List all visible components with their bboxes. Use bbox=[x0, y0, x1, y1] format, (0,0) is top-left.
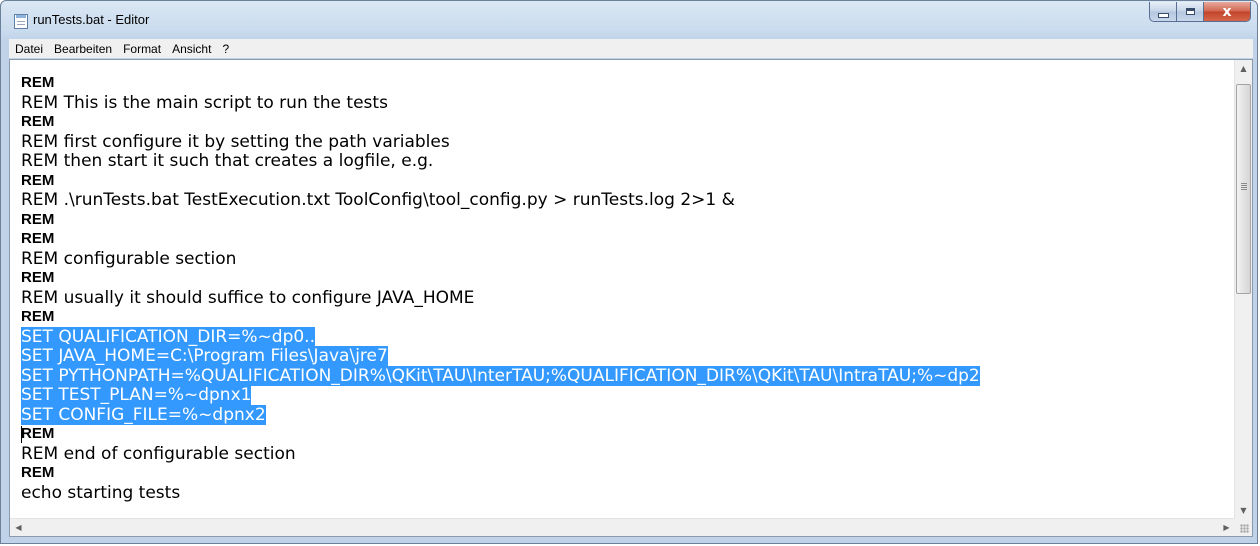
line-text: REM This is the main script to run the t… bbox=[21, 92, 388, 113]
editor-line: REM bbox=[21, 210, 54, 230]
text-caret bbox=[21, 426, 22, 443]
scroll-left-icon[interactable]: ◀ bbox=[10, 519, 27, 536]
selected-text: SET JAVA_HOME=C:\Program Files\Java\jre7 bbox=[21, 346, 388, 366]
menu-bar: Datei Bearbeiten Format Ansicht ? bbox=[9, 39, 1253, 58]
editor-line: REM bbox=[21, 171, 54, 191]
vertical-scroll-thumb[interactable] bbox=[1236, 84, 1251, 294]
window-title: runTests.bat - Editor bbox=[33, 12, 150, 27]
close-icon: x bbox=[1222, 3, 1232, 20]
line-text: REM bbox=[21, 113, 55, 130]
line-text: REM configurable section bbox=[21, 248, 237, 269]
scroll-down-icon[interactable]: ▼ bbox=[1235, 502, 1252, 519]
editor-line: REM bbox=[21, 307, 54, 327]
size-grip-icon[interactable] bbox=[1234, 518, 1252, 536]
line-text: REM bbox=[21, 210, 55, 228]
editor-line: REM configurable section bbox=[21, 249, 236, 269]
editor-line: REM bbox=[21, 463, 54, 483]
text-area[interactable]: REM REM This is the main script to run th… bbox=[10, 60, 1235, 519]
line-text: REM .\runTests.bat TestExecution.txt Too… bbox=[21, 190, 735, 210]
line-text: REM then start it such that creates a lo… bbox=[21, 151, 434, 171]
line-text: REM bbox=[21, 308, 55, 325]
horizontal-scrollbar[interactable]: ◀ ▶ bbox=[10, 518, 1235, 536]
line-text: REM bbox=[21, 230, 55, 247]
notepad-icon[interactable] bbox=[14, 14, 28, 29]
line-text: REM bbox=[21, 171, 55, 189]
close-button[interactable]: x bbox=[1204, 2, 1251, 22]
editor-line: SET QUALIFICATION_DIR=%~dp0.. bbox=[21, 326, 315, 347]
editor-line: SET PYTHONPATH=%QUALIFICATION_DIR%\QKit\… bbox=[21, 365, 980, 386]
line-text: REM first configure it by setting the pa… bbox=[21, 131, 450, 152]
line-text: echo starting tests bbox=[21, 482, 181, 503]
editor-line: SET CONFIG_FILE=%~dpnx2 bbox=[21, 404, 266, 425]
editor-line: echo starting tests bbox=[21, 483, 180, 503]
line-text: REM end of configurable section bbox=[21, 443, 296, 464]
editor-line: REM bbox=[21, 112, 54, 132]
editor-line: REM then start it such that creates a lo… bbox=[21, 151, 433, 171]
maximize-icon bbox=[1185, 8, 1195, 15]
editor-line: REM .\runTests.bat TestExecution.txt Too… bbox=[21, 190, 735, 210]
editor-line: SET JAVA_HOME=C:\Program Files\Java\jre7 bbox=[21, 346, 388, 366]
editor-line: REM bbox=[21, 229, 54, 249]
menu-datei[interactable]: Datei bbox=[10, 42, 48, 56]
line-text: REM bbox=[21, 269, 55, 286]
menu-bearbeiten[interactable]: Bearbeiten bbox=[49, 42, 117, 56]
minimize-icon bbox=[1157, 12, 1169, 18]
menu-format[interactable]: Format bbox=[118, 42, 166, 56]
maximize-button[interactable] bbox=[1177, 2, 1204, 22]
editor-window: runTests.bat - Editor x Datei Bearbeiten… bbox=[0, 0, 1258, 544]
editor-line: REM end of configurable section bbox=[21, 444, 296, 464]
editor-line: REM bbox=[21, 73, 54, 93]
editor-line: REM bbox=[21, 268, 54, 288]
menu-help[interactable]: ? bbox=[217, 42, 234, 56]
editor-line: REM bbox=[21, 424, 54, 444]
scroll-up-icon[interactable]: ▲ bbox=[1235, 60, 1252, 77]
menu-ansicht[interactable]: Ansicht bbox=[167, 42, 216, 56]
editor-line: REM usually it should suffice to configu… bbox=[21, 288, 474, 308]
line-text: REM bbox=[21, 74, 55, 91]
selected-text: SET QUALIFICATION_DIR=%~dp0.. bbox=[21, 326, 315, 347]
vertical-scrollbar[interactable]: ▲ ▼ bbox=[1234, 60, 1252, 519]
caption-buttons: x bbox=[1149, 2, 1251, 22]
selected-text: SET CONFIG_FILE=%~dpnx2 bbox=[21, 404, 266, 425]
selected-text: SET PYTHONPATH=%QUALIFICATION_DIR%\QKit\… bbox=[21, 365, 980, 386]
editor-line: REM first configure it by setting the pa… bbox=[21, 132, 450, 152]
scroll-right-icon[interactable]: ▶ bbox=[1218, 519, 1235, 536]
selected-text: SET TEST_PLAN=%~dpnx1 bbox=[21, 385, 252, 405]
minimize-button[interactable] bbox=[1149, 2, 1177, 22]
editor-line: SET TEST_PLAN=%~dpnx1 bbox=[21, 385, 252, 405]
line-text: REM bbox=[21, 425, 55, 442]
editor-pane: REM REM This is the main script to run th… bbox=[9, 59, 1253, 537]
editor-line: REM This is the main script to run the t… bbox=[21, 93, 388, 113]
grip-icon bbox=[1241, 183, 1247, 190]
title-bar[interactable]: runTests.bat - Editor x bbox=[1, 1, 1257, 39]
line-text: REM usually it should suffice to configu… bbox=[21, 287, 475, 308]
line-text: REM bbox=[21, 464, 55, 481]
